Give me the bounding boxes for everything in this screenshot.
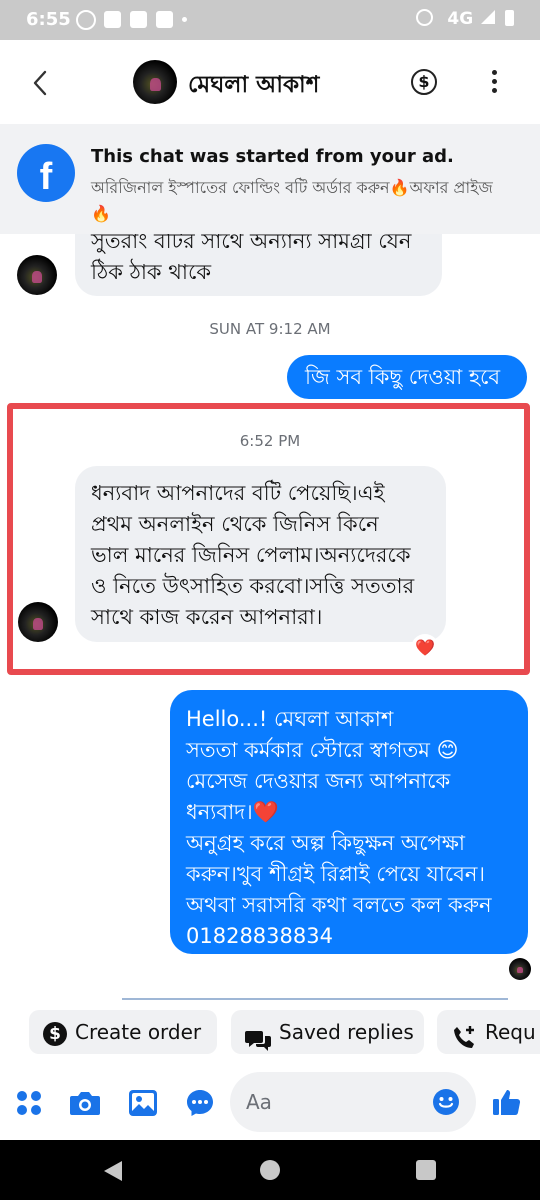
- signal-icon: [481, 10, 496, 24]
- alarm-icon: [416, 9, 434, 26]
- home-nav-icon[interactable]: [260, 1160, 280, 1180]
- message-bubble-outgoing[interactable]: Hello...! মেঘলা আকাশ সততা কর্মকার স্টোরে…: [170, 690, 528, 954]
- message-text: Hello...! মেঘলা আকাশ সততা কর্মকার স্টোরে…: [186, 704, 491, 952]
- message-line: ধন্যবাদ।❤️: [186, 800, 279, 824]
- message-line: সাথে কাজ করেন আপনারা।: [91, 605, 323, 629]
- recents-nav-icon[interactable]: [416, 1160, 436, 1180]
- message-line: মেসেজ দেওয়ার জন্য আপনাকে: [186, 769, 451, 793]
- message-bubble-incoming[interactable]: ধন্যবাদ আপনাদের বটি পেয়েছি।এই প্রথম অনল…: [75, 466, 446, 642]
- notification-icon: [104, 11, 121, 28]
- message-text: জি সব কিছু দেওয়া হবে: [305, 365, 501, 389]
- like-thumbs-up-icon[interactable]: [491, 1086, 523, 1122]
- sender-avatar[interactable]: [18, 602, 58, 642]
- saved-replies-button[interactable]: Saved replies: [231, 1010, 424, 1054]
- message-input-placeholder: Aa: [246, 1090, 272, 1114]
- message-line: সততা কর্মকার স্টোরে স্বাগতম 😊: [186, 738, 459, 762]
- message-bubble-outgoing[interactable]: জি সব কিছু দেওয়া হবে: [287, 355, 527, 399]
- system-navigation-bar: [0, 1140, 540, 1200]
- more-options-icon[interactable]: [492, 70, 498, 93]
- menu-grid-icon[interactable]: [16, 1090, 42, 1116]
- back-arrow-icon[interactable]: [30, 70, 52, 96]
- more-notifications-dot: [182, 17, 187, 22]
- message-line: Hello...! মেঘলা আকাশ: [186, 707, 394, 731]
- network-type: 4G: [447, 9, 474, 29]
- chat-header: মেঘলা আকাশ $: [0, 40, 540, 124]
- message-line: প্রথম অনলাইন থেকে জিনিস কিনে: [91, 512, 379, 536]
- reaction-heart[interactable]: ❤️: [411, 634, 439, 662]
- notification-icon: [130, 11, 147, 28]
- message-line: 01828838834: [186, 924, 333, 948]
- sender-avatar[interactable]: [17, 255, 57, 295]
- contact-name[interactable]: মেঘলা আকাশ: [188, 66, 319, 105]
- camera-icon[interactable]: [69, 1089, 101, 1121]
- phone-plus-icon: [451, 1021, 477, 1048]
- message-text: ঠিক ঠাক থাকে: [91, 260, 212, 284]
- saved-replies-label: Saved replies: [279, 1020, 414, 1044]
- seen-avatar: [509, 958, 531, 980]
- message-timestamp: SUN AT 9:12 AM: [209, 320, 331, 338]
- battery-icon: [505, 10, 514, 26]
- contact-avatar[interactable]: [133, 60, 177, 104]
- message-input[interactable]: Aa: [230, 1072, 476, 1132]
- message-line: ও নিতে উৎসাহিত করবো।সত্তি সততার: [91, 574, 415, 598]
- payment-dollar-icon[interactable]: $: [411, 69, 437, 95]
- message-line: অনুগ্রহ করে অল্প কিছুক্ষন অপেক্ষা: [186, 831, 466, 855]
- create-order-button[interactable]: $ Create order: [29, 1010, 217, 1054]
- message-line: ভাল মানের জিনিস পেলাম।অন্যদেরকে: [91, 543, 411, 567]
- divider: [122, 998, 508, 1000]
- message-line: ধন্যবাদ আপনাদের বটি পেয়েছি।এই: [91, 481, 385, 505]
- request-label: Requ: [485, 1020, 536, 1044]
- facebook-logo-icon: f: [17, 144, 75, 202]
- message-timestamp: 6:52 PM: [239, 432, 301, 450]
- dollar-circle-icon: $: [43, 1021, 67, 1046]
- status-right: 4G: [416, 9, 514, 29]
- back-nav-icon[interactable]: [102, 1159, 124, 1183]
- status-bar: 6:55 4G: [0, 0, 540, 40]
- ad-banner-title: This chat was started from your ad.: [91, 146, 454, 167]
- gallery-icon[interactable]: [128, 1089, 158, 1121]
- notification-icon: [156, 11, 173, 28]
- message-line: করুন।খুব শীগ্রই রিপ্লাই পেয়ে যাবেন।: [186, 862, 485, 886]
- chat-icon[interactable]: [185, 1088, 215, 1122]
- chat-bubbles-icon: [245, 1023, 271, 1051]
- create-order-label: Create order: [75, 1020, 202, 1044]
- message-line: অথবা সরাসরি কথা বলতে কল করুন: [186, 893, 492, 917]
- message-text: ধন্যবাদ আপনাদের বটি পেয়েছি।এই প্রথম অনল…: [91, 478, 414, 633]
- status-time: 6:55: [26, 9, 71, 30]
- no-disturb-icon: [76, 10, 96, 30]
- request-button[interactable]: Requ: [437, 1010, 540, 1054]
- ad-banner-content: f This chat was started from your ad. অর…: [0, 124, 540, 234]
- ad-banner-subtitle: অরিজিনাল ইস্পাতের ফোল্ডিং বটি অর্ডার করু…: [91, 178, 493, 223]
- emoji-icon[interactable]: [432, 1088, 460, 1116]
